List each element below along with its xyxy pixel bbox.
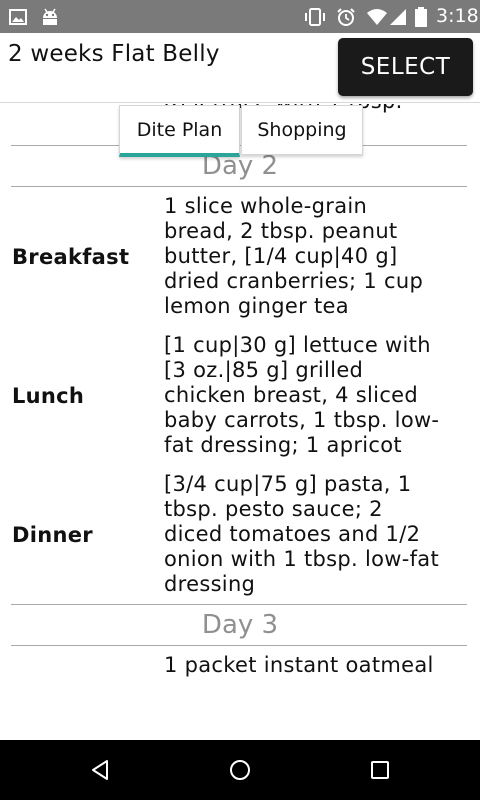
diet-plan-list[interactable]: g] lettuce with 1 tbsp. low-fat dressing…: [0, 104, 480, 740]
meal-line: 1 packet instant oatmeal: [164, 653, 434, 677]
meal-description: [3/4 cup|75 g] pasta, 1 tbsp. pesto sauc…: [164, 472, 466, 597]
meal-line: onion with 1 tbsp. low-fat: [164, 547, 440, 571]
status-bar: 3:18: [0, 0, 480, 33]
meal-line: [1 cup|30 g] lettuce with: [164, 333, 431, 357]
android-icon: [38, 0, 62, 33]
meal-line: dressing: [164, 572, 256, 596]
meal-line: butter, [1/4 cup|40 g]: [164, 244, 398, 268]
meal-row-breakfast: Breakfast 1 slice whole-grain bread, 2 t…: [0, 187, 480, 326]
meal-line: fat dressing; 1 apricot: [164, 433, 402, 457]
image-icon: [6, 0, 30, 33]
tab-dite-plan[interactable]: Dite Plan: [119, 105, 240, 157]
meal-line: chicken breast, 4 sliced: [164, 383, 419, 407]
meal-description: [1 cup|30 g] lettuce with [3 oz.|85 g] g…: [164, 333, 466, 458]
meal-row-dinner: Dinner [3/4 cup|75 g] pasta, 1 tbsp. pes…: [0, 465, 480, 604]
battery-icon: [412, 0, 430, 33]
clock-time: 3:18: [436, 5, 479, 27]
home-icon[interactable]: [210, 740, 270, 800]
meal-line: baby carrots, 1 tbsp. low-: [164, 408, 440, 432]
alarm-icon: [334, 0, 358, 33]
meal-name: Dinner: [12, 522, 93, 547]
vibrate-icon: [302, 0, 328, 33]
select-button[interactable]: SELECT: [338, 38, 473, 96]
meal-line: [3/4 cup|75 g] pasta, 1: [164, 472, 412, 496]
signal-icon: [386, 0, 410, 33]
meal-line: diced tomatoes and 1/2: [164, 522, 421, 546]
meal-line: bread, 2 tbsp. peanut: [164, 219, 398, 243]
meal-name: Breakfast: [12, 244, 130, 269]
recent-apps-icon[interactable]: [350, 740, 410, 800]
meal-row-lunch: Lunch [1 cup|30 g] lettuce with [3 oz.|8…: [0, 326, 480, 465]
meal-line: tbsp. pesto sauce; 2: [164, 497, 383, 521]
tab-shopping[interactable]: Shopping: [241, 105, 363, 155]
app-title: 2 weeks Flat Belly: [8, 41, 220, 67]
back-icon[interactable]: [70, 740, 130, 800]
meal-row: 1 packet instant oatmeal: [0, 646, 480, 685]
meal-line: dried cranberries; 1 cup: [164, 269, 424, 293]
meal-name: Lunch: [12, 383, 85, 408]
app-header: 2 weeks Flat Belly SELECT: [0, 33, 480, 103]
meal-description: 1 packet instant oatmeal: [164, 653, 466, 678]
day-header: Day 3: [201, 610, 279, 640]
navigation-bar: [0, 740, 480, 800]
tab-bar: Dite Plan Shopping: [119, 105, 363, 157]
meal-description: 1 slice whole-grain bread, 2 tbsp. peanu…: [164, 194, 466, 319]
meal-line: 1 slice whole-grain: [164, 194, 368, 218]
meal-line: lemon ginger tea: [164, 294, 349, 318]
meal-line: [3 oz.|85 g] grilled: [164, 358, 364, 382]
